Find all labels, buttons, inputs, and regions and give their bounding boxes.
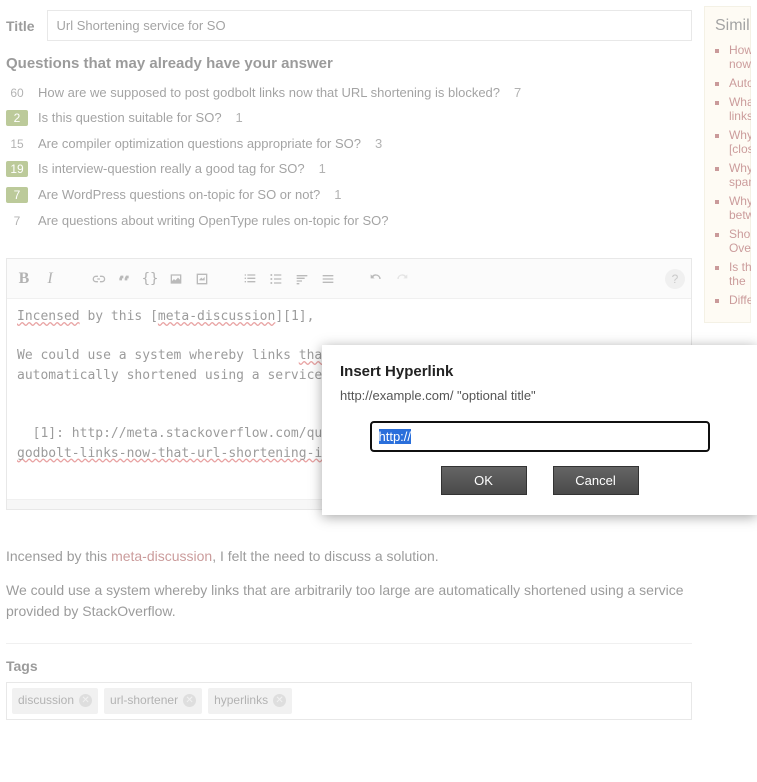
insert-hyperlink-dialog: Insert Hyperlink http://example.com/ "op… — [322, 345, 757, 515]
sidebar-item[interactable]: Whybetw — [729, 194, 740, 222]
title-label: Title — [6, 18, 35, 34]
answer-count: 3 — [375, 136, 382, 151]
bold-button[interactable]: B — [13, 268, 35, 290]
sidebar-item[interactable]: Diffe — [729, 293, 740, 307]
sidebar-item[interactable]: Whalinks — [729, 95, 740, 123]
preview-text: Incensed by this — [6, 548, 111, 564]
url-input[interactable] — [370, 421, 710, 452]
sidebar-item[interactable]: Auto — [729, 76, 740, 90]
preview: Incensed by this meta-discussion, I felt… — [6, 546, 692, 720]
similar-questions-sidebar: Simil Hownow Auto Whalinks Why[clos Whyspan W… — [704, 6, 751, 323]
suggestion-item[interactable]: 15 Are compiler optimization questions ap… — [6, 131, 674, 156]
image-button[interactable] — [165, 268, 187, 290]
cancel-button[interactable]: Cancel — [553, 466, 639, 495]
score-badge: 2 — [6, 110, 28, 126]
suggestion-link[interactable]: Are questions about writing OpenType rul… — [38, 213, 388, 228]
score-badge: 7 — [6, 214, 28, 228]
suggestion-link[interactable]: Are compiler optimization questions appr… — [38, 136, 361, 151]
tag[interactable]: url-shortener ✕ — [104, 688, 202, 713]
tag-remove-icon[interactable]: ✕ — [79, 694, 92, 707]
tag-remove-icon[interactable]: ✕ — [183, 694, 196, 707]
heading-button[interactable] — [291, 268, 313, 290]
sidebar-item[interactable]: ShoOve — [729, 227, 740, 255]
suggestion-link[interactable]: How are we supposed to post godbolt link… — [38, 85, 500, 100]
suggestion-link[interactable]: Is interview-question really a good tag … — [38, 161, 305, 176]
answer-count: 7 — [514, 85, 521, 100]
italic-button[interactable]: I — [39, 268, 61, 290]
ulist-button[interactable] — [265, 268, 287, 290]
tag[interactable]: hyperlinks ✕ — [208, 688, 292, 713]
sidebar-item[interactable]: Hownow — [729, 43, 740, 71]
tag-remove-icon[interactable]: ✕ — [273, 694, 286, 707]
tag-label: url-shortener — [110, 692, 178, 709]
sidebar-item[interactable]: Whyspan — [729, 161, 740, 189]
dialog-example: http://example.com/ "optional title" — [340, 388, 739, 403]
olist-button[interactable] — [239, 268, 261, 290]
score-badge: 60 — [6, 86, 28, 100]
tag-label: discussion — [18, 692, 74, 709]
suggestion-item[interactable]: 19 Is interview-question really a good ta… — [6, 156, 674, 182]
ok-button[interactable]: OK — [441, 466, 527, 495]
score-badge: 19 — [6, 161, 28, 177]
answer-count: 1 — [319, 161, 326, 176]
tag[interactable]: discussion ✕ — [12, 688, 98, 713]
redo-button[interactable] — [391, 268, 413, 290]
score-badge: 7 — [6, 187, 28, 203]
tags-label: Tags — [6, 656, 692, 676]
help-icon[interactable]: ? — [665, 269, 685, 289]
suggestion-item[interactable]: 7 Are questions about writing OpenType ru… — [6, 208, 674, 230]
title-input[interactable] — [47, 10, 692, 41]
suggestions-list[interactable]: 60 How are we supposed to post godbolt li… — [6, 80, 692, 230]
answer-count: 1 — [334, 187, 341, 202]
dialog-title: Insert Hyperlink — [340, 363, 739, 380]
code-button[interactable]: {} — [139, 268, 161, 290]
snippet-button[interactable] — [191, 268, 213, 290]
suggestion-link[interactable]: Are WordPress questions on-topic for SO … — [38, 187, 320, 202]
suggestions-heading: Questions that may already have your ans… — [6, 55, 692, 72]
link-button[interactable] — [87, 268, 109, 290]
tag-label: hyperlinks — [214, 692, 268, 709]
preview-link[interactable]: meta-discussion — [111, 548, 212, 564]
suggestion-link[interactable]: Is this question suitable for SO? — [38, 110, 222, 125]
title-row: Title — [6, 10, 692, 41]
score-badge: 15 — [6, 137, 28, 151]
suggestion-item[interactable]: 2 Is this question suitable for SO? 1 — [6, 105, 674, 131]
answer-count: 1 — [236, 110, 243, 125]
suggestion-item[interactable]: 60 How are we supposed to post godbolt li… — [6, 80, 674, 105]
suggestion-item[interactable]: 7 Are WordPress questions on-topic for SO… — [6, 182, 674, 208]
hr-button[interactable] — [317, 268, 339, 290]
sidebar-item[interactable]: Is ththe — [729, 260, 740, 288]
undo-button[interactable] — [365, 268, 387, 290]
quote-button[interactable] — [113, 268, 135, 290]
sidebar-item[interactable]: Why[clos — [729, 128, 740, 156]
divider — [6, 643, 692, 644]
preview-text: , I felt the need to discuss a solution. — [212, 548, 438, 564]
editor-toolbar: B I {} ? — [7, 259, 691, 299]
sidebar-heading: Simil — [715, 17, 740, 35]
tags-input[interactable]: discussion ✕ url-shortener ✕ hyperlinks ✕ — [6, 682, 692, 719]
preview-text: We could use a system whereby links that… — [6, 580, 692, 621]
